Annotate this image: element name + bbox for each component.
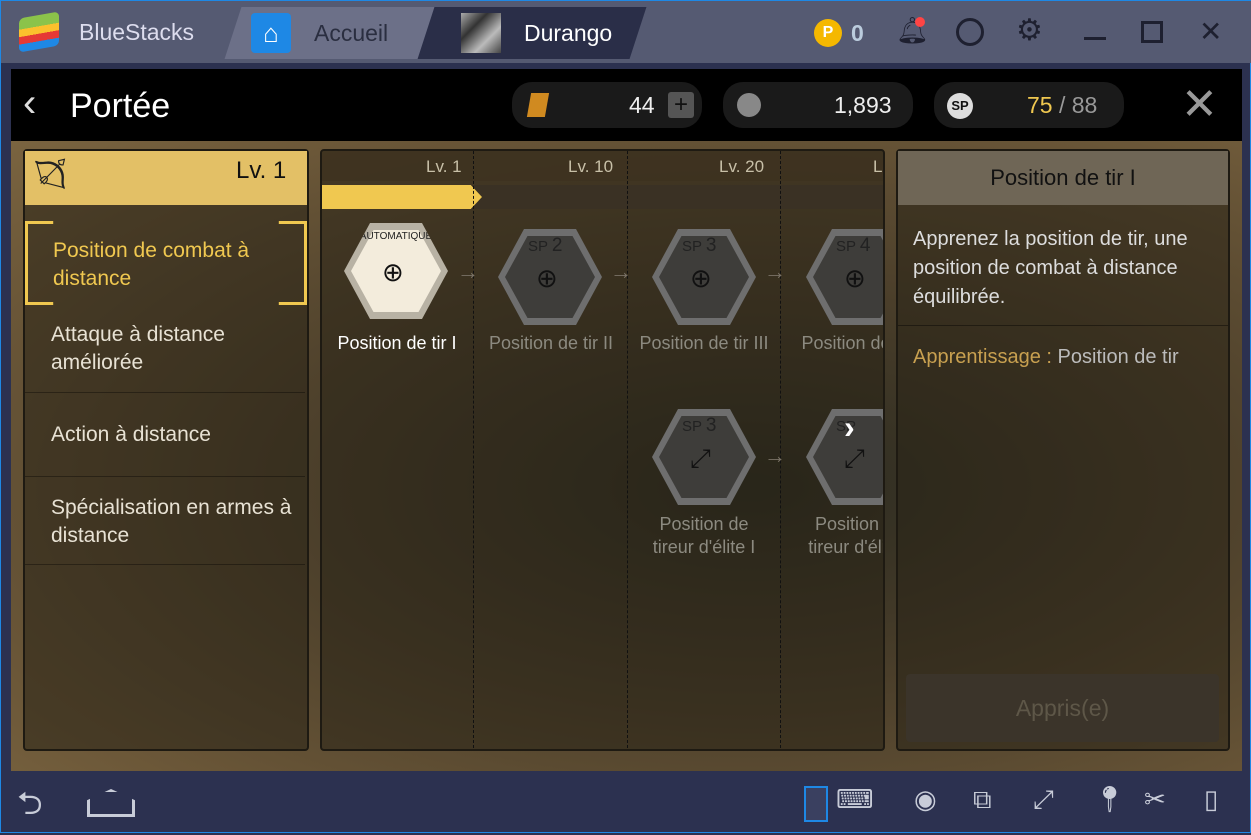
account-icon[interactable] bbox=[956, 18, 984, 46]
level-label: Lv. 1 bbox=[426, 157, 462, 176]
skill-node-label: Position tireur d'éli bbox=[808, 514, 885, 557]
coin-count: 0 bbox=[851, 20, 864, 46]
sp-icon: SP bbox=[947, 93, 973, 119]
gold-icon bbox=[737, 93, 761, 117]
column-divider bbox=[473, 151, 474, 749]
progress-fill bbox=[322, 185, 482, 209]
android-home-icon[interactable] bbox=[87, 789, 135, 817]
skill-item-label: Spécialisation en armes à distance bbox=[51, 496, 292, 547]
energy-value: 44 bbox=[629, 92, 655, 118]
skill-item-label: Attaque à distance améliorée bbox=[51, 323, 225, 374]
arrow-icon: → bbox=[764, 443, 786, 468]
durango-icon bbox=[461, 13, 501, 53]
arrow-icon: → bbox=[457, 259, 479, 284]
tab-accueil-label: Accueil bbox=[314, 20, 389, 46]
app-name: BlueStacks bbox=[79, 19, 195, 45]
stance-icon: ⊕ bbox=[536, 263, 558, 293]
skill-item[interactable]: Action à distance bbox=[25, 393, 305, 477]
divider bbox=[898, 325, 1228, 326]
gear-icon[interactable]: ⚙ bbox=[1016, 13, 1043, 48]
skill-node-label: Position de tir I bbox=[337, 333, 457, 353]
sniper-icon: ⤢ bbox=[844, 443, 865, 473]
stance-icon: ⊕ bbox=[690, 263, 712, 293]
sp-label: SP bbox=[682, 418, 702, 435]
level-label: Lv. 20 bbox=[719, 157, 765, 176]
shake-icon[interactable]: ▯ bbox=[1204, 784, 1218, 815]
screenshot-scissors-icon[interactable]: ✂ bbox=[1144, 784, 1166, 815]
sp-max: / 88 bbox=[1058, 92, 1098, 118]
keyboard-icon[interactable]: ⌨ bbox=[836, 784, 874, 815]
learn-info: Apprentissage : Position de tir bbox=[913, 346, 1179, 369]
selection-bracket bbox=[25, 221, 307, 305]
sp-label: SP bbox=[528, 238, 548, 255]
maximize-icon[interactable] bbox=[1141, 21, 1163, 43]
title-bar: BlueStacks ⌂ Accueil Durango P 0 🔔︎ ⚙ ✕ bbox=[1, 1, 1251, 63]
home-icon: ⌂ bbox=[251, 13, 291, 53]
bow-icon: 🏹︎ bbox=[31, 158, 70, 191]
skill-tree-panel: Lv. 1 Lv. 10 Lv. 20 L AUTOMATIQUE ⊕ Posi… bbox=[320, 149, 885, 751]
tab-durango-label: Durango bbox=[524, 20, 613, 46]
sp-value: 75 / 88 bbox=[1027, 92, 1097, 119]
eye-icon[interactable]: ◉ bbox=[914, 784, 937, 815]
notification-dot bbox=[915, 17, 925, 27]
skill-node[interactable]: SP 3 ⤢ bbox=[652, 409, 756, 505]
skill-item[interactable]: Spécialisation en armes à distance bbox=[25, 479, 305, 565]
learn-label: Apprentissage : bbox=[913, 346, 1052, 368]
skill-item[interactable]: Attaque à distance améliorée bbox=[25, 307, 305, 393]
category-level: Lv. 1 bbox=[236, 157, 287, 184]
keymapping-toggle-icon[interactable] bbox=[804, 786, 828, 822]
sp-label: SP bbox=[682, 238, 702, 255]
sp-cost: 3 bbox=[705, 235, 717, 256]
sp-cost: 2 bbox=[551, 235, 563, 256]
back-icon[interactable]: ‹ bbox=[23, 81, 36, 126]
skill-node-learned[interactable]: AUTOMATIQUE ⊕ bbox=[344, 223, 448, 319]
close-screen-button[interactable]: ✕ bbox=[1181, 79, 1218, 130]
page-title: Portée bbox=[70, 87, 171, 125]
auto-label: AUTOMATIQUE bbox=[359, 231, 433, 242]
sniper-icon: ⤢ bbox=[690, 443, 711, 473]
close-icon[interactable]: ✕ bbox=[1199, 15, 1222, 48]
fullscreen-icon[interactable]: ⤢ bbox=[1033, 784, 1054, 816]
skill-node-label: Position de IV bbox=[801, 333, 883, 353]
rotate-icon[interactable]: ⧉ bbox=[973, 784, 992, 816]
learned-button-label: Appris(e) bbox=[1015, 695, 1110, 721]
sp-current: 75 bbox=[1027, 92, 1053, 118]
level-label: L bbox=[873, 157, 883, 176]
add-energy-button[interactable]: + bbox=[668, 92, 694, 118]
sp-cost: 3 bbox=[705, 415, 717, 436]
learn-value: Position de tir bbox=[1057, 346, 1179, 368]
sp-label: SP bbox=[836, 238, 856, 255]
column-divider bbox=[627, 151, 628, 749]
skill-node-label: Position de tireur d'élite I bbox=[652, 514, 756, 557]
bluestacks-logo bbox=[19, 11, 59, 53]
location-icon[interactable]: 📍︎ bbox=[1093, 784, 1126, 815]
skill-node[interactable]: SP 4 ⊕ bbox=[806, 229, 883, 325]
skill-node[interactable]: SP 3 ⊕ bbox=[652, 229, 756, 325]
learned-button[interactable]: Appris(e) bbox=[906, 674, 1219, 742]
scroll-right-icon[interactable]: › bbox=[844, 409, 855, 446]
coin-icon[interactable]: P bbox=[814, 19, 842, 47]
sp-cost: 4 bbox=[859, 235, 871, 256]
arrow-icon: → bbox=[610, 259, 632, 284]
detail-description: Apprenez la position de tir, une positio… bbox=[913, 228, 1188, 308]
skill-node-label: Position de tir II bbox=[488, 333, 614, 353]
stance-icon: ⊕ bbox=[382, 257, 404, 287]
skill-node-label: Position de tir III bbox=[639, 333, 769, 353]
level-label: Lv. 10 bbox=[568, 157, 614, 176]
skill-item-label: Action à distance bbox=[51, 423, 211, 446]
detail-title: Position de tir I bbox=[990, 165, 1136, 190]
minimize-icon[interactable] bbox=[1084, 37, 1106, 40]
skill-node[interactable]: SP 2 ⊕ bbox=[498, 229, 602, 325]
gold-value: 1,893 bbox=[834, 92, 892, 118]
stance-icon: ⊕ bbox=[844, 263, 866, 293]
android-back-icon[interactable]: ⮌ bbox=[17, 781, 43, 835]
arrow-icon: → bbox=[764, 259, 786, 284]
